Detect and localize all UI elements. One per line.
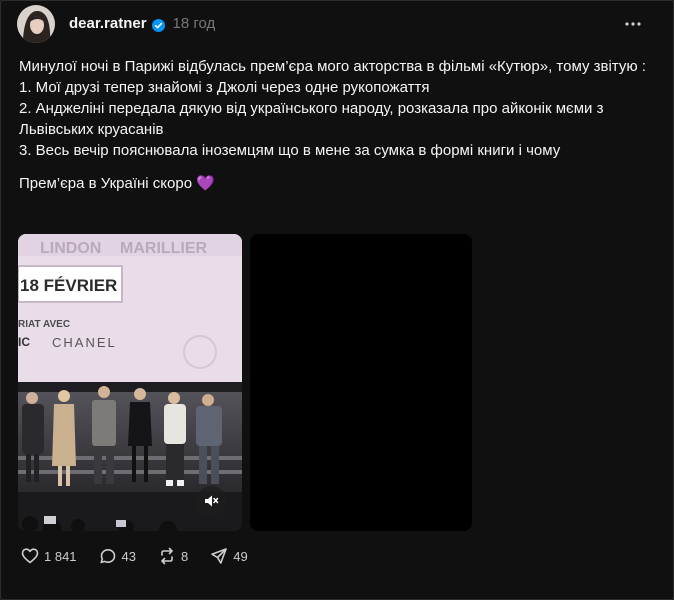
share-button[interactable]: 49 xyxy=(210,547,248,565)
like-button[interactable]: 1 841 xyxy=(21,547,77,565)
avatar-image xyxy=(17,5,55,43)
post-line-footer: Прем’єра в Україні скоро 💜 xyxy=(19,175,215,192)
media-carousel: LINDON MARILLIER 18 FÉVRIER RIAT AVEC IC… xyxy=(18,234,472,531)
username[interactable]: dear.ratner xyxy=(69,14,147,34)
avatar[interactable] xyxy=(17,5,55,43)
post-card: dear.ratner 18 год Минулої ночі в Парижі… xyxy=(0,0,674,600)
poster-date: 18 FÉVRIER xyxy=(20,276,117,295)
verified-icon xyxy=(151,18,165,32)
comment-icon xyxy=(99,549,115,564)
second-media-tile[interactable] xyxy=(250,234,472,531)
poster-partner-line: RIAT AVEC xyxy=(18,319,70,330)
post-line-1: 1. Мої друзі тепер знайомі з Джолі через… xyxy=(19,79,430,96)
svg-text:IC: IC xyxy=(18,335,30,349)
mute-icon[interactable] xyxy=(196,486,226,516)
repost-count: 8 xyxy=(181,548,189,564)
poster-names-right: MARILLIER xyxy=(120,240,208,257)
poster-names-left: LINDON xyxy=(40,240,101,257)
post-line-3: 3. Весь вечір пояснювала іноземцям що в … xyxy=(19,142,561,159)
like-count: 1 841 xyxy=(44,548,77,564)
post-time[interactable]: 18 год xyxy=(173,14,216,34)
post-line-intro: Минулої ночі в Парижі відбулась прем’єра… xyxy=(19,58,646,75)
video-tile[interactable]: LINDON MARILLIER 18 FÉVRIER RIAT AVEC IC… xyxy=(18,234,242,531)
post-line-2: 2. Анджеліні передала дякую від українсь… xyxy=(19,100,604,138)
comment-count: 43 xyxy=(121,548,137,564)
more-icon[interactable] xyxy=(623,14,643,34)
heart-icon xyxy=(21,548,39,564)
repost-icon xyxy=(161,547,173,565)
poster-brand: CHANEL xyxy=(52,335,117,350)
post-text: Минулої ночі в Парижі відбулась прем’єра… xyxy=(19,56,659,194)
comment-button[interactable]: 43 xyxy=(99,547,136,565)
share-count: 49 xyxy=(233,548,248,564)
post-actions: 1 841 43 8 49 xyxy=(21,547,270,565)
share-icon xyxy=(211,548,228,564)
repost-button[interactable]: 8 xyxy=(158,547,188,565)
post-header: dear.ratner 18 год xyxy=(69,14,215,34)
